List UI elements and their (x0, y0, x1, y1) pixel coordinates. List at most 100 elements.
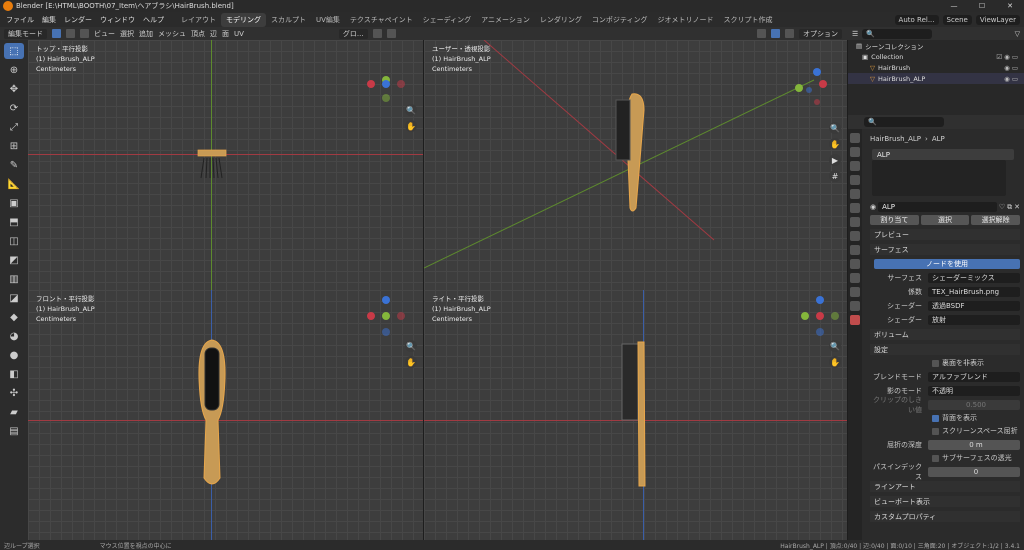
pan-hand-icon[interactable]: ✋ (829, 356, 841, 368)
duplicate-icon[interactable]: ⧉ (1007, 203, 1012, 212)
unlink-icon[interactable]: ✕ (1014, 203, 1020, 211)
settings-panel-header[interactable]: 設定 (870, 344, 1020, 355)
proportional-edit-icon[interactable] (386, 29, 396, 38)
extrude-icon[interactable]: ⬒ (4, 214, 24, 230)
pan-hand-icon[interactable]: ✋ (829, 138, 841, 150)
visibility-icon[interactable]: ◉ ▭ (1004, 64, 1024, 72)
rip-icon[interactable]: ▤ (4, 423, 24, 439)
menu-window[interactable]: ウィンドウ (100, 15, 135, 25)
menu-mesh[interactable]: メッシュ (158, 29, 186, 39)
outliner-item[interactable]: ▽ HairBrush ◉ ▭ (848, 62, 1024, 73)
menu-render[interactable]: レンダー (64, 15, 92, 25)
custom-properties-panel-header[interactable]: カスタムプロパティ (870, 511, 1020, 522)
tool-tab-icon[interactable] (850, 133, 860, 143)
constraints-tab-icon[interactable] (850, 287, 860, 297)
camera-icon[interactable]: ▶ (829, 154, 841, 166)
render-tab-icon[interactable] (850, 147, 860, 157)
preview-panel-header[interactable]: プレビュー (870, 229, 1020, 240)
shader-2-field[interactable]: 放射 (928, 315, 1020, 325)
show-backface-checkbox[interactable]: 背面を表示 (932, 413, 1020, 423)
select-button[interactable]: 選択 (920, 215, 970, 225)
poly-build-icon[interactable]: ◆ (4, 309, 24, 325)
outliner-search-input[interactable]: 🔍 (862, 28, 933, 39)
workspace-tab[interactable]: スカルプト (266, 13, 311, 27)
blend-mode-select[interactable]: アルファブレンド (928, 372, 1020, 382)
workspace-tab[interactable]: アニメーション (476, 13, 535, 27)
viewport-user[interactable]: ユーザー・透視投影 (1) HairBrush_ALP Centimeters … (424, 40, 847, 290)
scale-icon[interactable]: ⤢ (4, 119, 24, 135)
navigation-gizmo[interactable] (787, 64, 833, 110)
edge-slide-icon[interactable]: ◧ (4, 366, 24, 382)
particles-tab-icon[interactable] (850, 259, 860, 269)
spin-icon[interactable]: ◕ (4, 328, 24, 344)
menu-edit[interactable]: 編集 (42, 15, 56, 25)
deselect-button[interactable]: 選択解除 (971, 215, 1020, 225)
pass-index-field[interactable]: 0 (928, 467, 1020, 477)
outliner-scene-collection[interactable]: ▤ シーンコレクション (848, 40, 1024, 51)
material-sphere-icon[interactable]: ◉ (870, 203, 876, 211)
shading-material-icon[interactable] (785, 29, 794, 38)
surface-shader-field[interactable]: シェーダーミックス (928, 273, 1020, 283)
material-slot-list[interactable] (872, 160, 1006, 196)
viewport-top[interactable]: トップ・平行投影 (1) HairBrush_ALP Centimeters 🔍… (28, 40, 423, 290)
menu-vertex[interactable]: 頂点 (191, 29, 205, 39)
properties-search-input[interactable]: 🔍 (864, 117, 944, 127)
cursor-icon[interactable]: ⊕ (4, 62, 24, 78)
zoom-icon[interactable]: 🔍 (405, 340, 417, 352)
lineart-panel-header[interactable]: ラインアート (870, 481, 1020, 492)
assign-button[interactable]: 割り当て (870, 215, 919, 225)
knife-icon[interactable]: ◪ (4, 290, 24, 306)
workspace-tab[interactable]: シェーディング (418, 13, 477, 27)
edge-select-icon[interactable] (66, 29, 75, 38)
outliner-collection[interactable]: ▣ Collection ☑ ◉ ▭ (848, 51, 1024, 62)
visibility-icon[interactable]: ☑ ◉ ▭ (996, 53, 1024, 61)
loop-cut-icon[interactable]: ▥ (4, 271, 24, 287)
surface-panel-header[interactable]: サーフェス (870, 244, 1020, 255)
grid-icon[interactable]: # (829, 170, 841, 182)
menu-face[interactable]: 面 (222, 29, 229, 39)
world-tab-icon[interactable] (850, 203, 860, 213)
subsurface-translucency-checkbox[interactable]: サブサーフェスの透光 (932, 453, 1020, 463)
menu-view[interactable]: ビュー (94, 29, 115, 39)
face-select-icon[interactable] (80, 29, 89, 38)
output-tab-icon[interactable] (850, 161, 860, 171)
outliner-editor-icon[interactable]: ☰ (852, 30, 858, 38)
render-engine-select[interactable]: Auto Rel... (894, 14, 939, 25)
zoom-icon[interactable]: 🔍 (405, 104, 417, 116)
screen-space-refraction-checkbox[interactable]: スクリーンスペース屈折 (932, 426, 1020, 436)
shader-1-field[interactable]: 透過BSDF (928, 301, 1020, 311)
menu-file[interactable]: ファイル (6, 15, 34, 25)
measure-icon[interactable]: 📐 (4, 176, 24, 192)
view-layer-select[interactable]: ViewLayer (975, 14, 1020, 25)
zoom-icon[interactable]: 🔍 (829, 122, 841, 134)
pan-hand-icon[interactable]: ✋ (405, 120, 417, 132)
data-tab-icon[interactable] (850, 301, 860, 311)
orientation-select[interactable]: グロ... (338, 28, 368, 39)
transform-icon[interactable]: ⊞ (4, 138, 24, 154)
material-tab-icon[interactable] (850, 315, 860, 325)
menu-uv[interactable]: UV (234, 30, 244, 38)
filter-icon[interactable]: ▽ (1015, 30, 1024, 38)
clip-threshold-field[interactable]: 0.500 (928, 400, 1020, 410)
workspace-tab[interactable]: レンダリング (535, 13, 587, 27)
workspace-tab[interactable]: モデリング (221, 12, 266, 27)
fake-user-icon[interactable]: ♡ (999, 203, 1005, 211)
add-cube-icon[interactable]: ▣ (4, 195, 24, 211)
minimize-button[interactable]: — (940, 2, 968, 10)
scene-select[interactable]: Scene (942, 14, 972, 25)
modifier-tab-icon[interactable] (850, 245, 860, 255)
collection-tab-icon[interactable] (850, 217, 860, 227)
rotate-icon[interactable]: ⟳ (4, 100, 24, 116)
use-nodes-button[interactable]: ノードを使用 (874, 259, 1020, 269)
volume-panel-header[interactable]: ボリューム (870, 329, 1020, 340)
navigation-gizmo[interactable] (363, 294, 409, 340)
mode-select[interactable]: 編集モード (4, 28, 47, 39)
move-icon[interactable]: ✥ (4, 81, 24, 97)
view-layer-tab-icon[interactable] (850, 175, 860, 185)
workspace-tab[interactable]: スクリプト作成 (719, 13, 778, 27)
select-box-icon[interactable]: ⬚ (4, 43, 24, 59)
shrink-fatten-icon[interactable]: ✣ (4, 385, 24, 401)
vertex-select-icon[interactable] (52, 29, 61, 38)
overlay-icon[interactable] (757, 29, 766, 38)
physics-tab-icon[interactable] (850, 273, 860, 283)
